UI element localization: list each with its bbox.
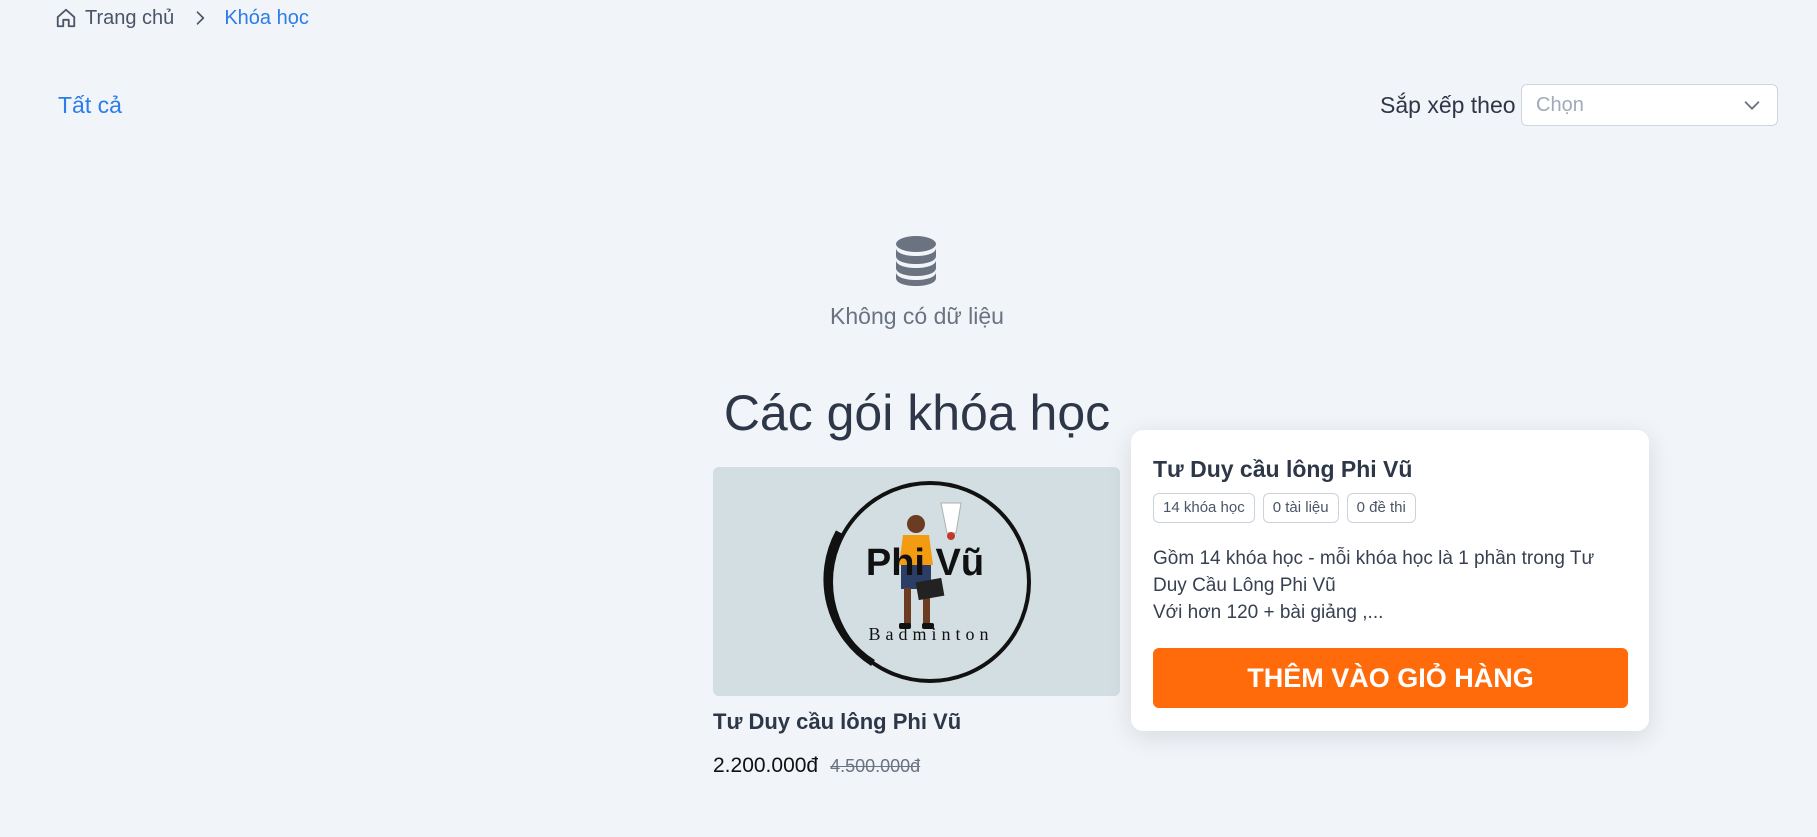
sort-select-placeholder: Chọn — [1536, 93, 1584, 116]
popover-title: Tư Duy cầu lông Phi Vũ — [1153, 456, 1413, 482]
chevron-right-icon — [190, 8, 210, 28]
chevron-down-icon — [1741, 94, 1763, 116]
empty-state-text: Không có dữ liệu — [830, 303, 1004, 329]
course-price: 2.200.000đ — [713, 754, 819, 777]
course-logo-image: Phi Vũ Badminton — [823, 481, 1031, 683]
badge-courses: 14 khóa học — [1153, 493, 1255, 523]
sort-label: Sắp xếp theo — [1380, 92, 1516, 118]
course-name[interactable]: Tư Duy cầu lông Phi Vũ — [713, 709, 961, 735]
breadcrumb: Trang chủ Khóa học — [55, 5, 309, 31]
description-line: Gồm 14 khóa học - mỗi khóa học là 1 phần… — [1153, 548, 1595, 569]
logo-subtitle: Badminton — [869, 624, 994, 644]
popover-badges: 14 khóa học 0 tài liệu 0 đề thi — [1153, 493, 1628, 523]
description-line: Duy Cầu Lông Phi Vũ — [1153, 575, 1336, 596]
add-to-cart-button[interactable]: THÊM VÀO GIỎ HÀNG — [1153, 648, 1628, 708]
database-icon — [893, 235, 939, 287]
description-line: Với hơn 120 + bài giảng ,... — [1153, 602, 1384, 623]
badge-documents: 0 tài liệu — [1262, 493, 1339, 523]
course-thumbnail[interactable]: Phi Vũ Badminton — [713, 467, 1120, 696]
course-old-price: 4.500.000đ — [830, 756, 921, 776]
filter-all-link[interactable]: Tất cả — [58, 92, 122, 119]
course-popover: Tư Duy cầu lông Phi Vũ 14 khóa học 0 tài… — [1131, 430, 1649, 731]
badge-exams: 0 đề thi — [1346, 493, 1416, 523]
price-row: 2.200.000đ 4.500.000đ — [713, 754, 920, 778]
popover-description: Gồm 14 khóa học - mỗi khóa học là 1 phần… — [1153, 545, 1628, 626]
breadcrumb-home-link[interactable]: Trang chủ — [85, 7, 174, 30]
sort-select[interactable]: Chọn — [1521, 84, 1778, 126]
logo-title: Phi Vũ — [866, 542, 984, 584]
breadcrumb-current: Khóa học — [224, 6, 309, 29]
home-icon[interactable] — [55, 7, 77, 29]
